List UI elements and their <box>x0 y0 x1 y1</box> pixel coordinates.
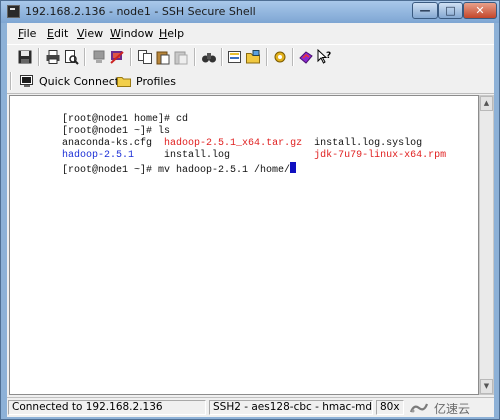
menu-window[interactable]: Window <box>110 27 153 40</box>
menu-edit-label: dit <box>53 27 69 40</box>
help-book-icon[interactable] <box>298 49 314 65</box>
title-bar[interactable]: 192.168.2.136 - node1 - SSH Secure Shell… <box>1 1 499 23</box>
watermark-logo-icon <box>409 403 429 413</box>
terminal-line: [root@node1 ~]# ls <box>14 114 170 137</box>
save-icon[interactable] <box>17 49 33 65</box>
window-title: 192.168.2.136 - node1 - SSH Secure Shell <box>25 5 256 18</box>
paste-icon[interactable] <box>155 49 171 65</box>
quick-connect-icon <box>19 73 35 89</box>
terminal-line: anaconda-ks.cfg hadoop-2.5.1_x64.tar.gz … <box>14 126 422 149</box>
close-button[interactable]: ✕ <box>463 2 497 19</box>
ssh-window: 192.168.2.136 - node1 - SSH Secure Shell… <box>0 0 500 420</box>
print-preview-icon[interactable] <box>63 49 79 65</box>
print-icon[interactable] <box>45 49 61 65</box>
toolbar-separator <box>38 48 39 66</box>
client-area: File Edit View Window Help ? Quick Conne… <box>7 23 494 417</box>
vertical-scrollbar[interactable]: ▲ ▼ <box>479 95 494 395</box>
quick-connect-button[interactable]: Quick Connect <box>19 72 119 90</box>
context-help-icon[interactable]: ? <box>316 48 332 65</box>
terminal-line: [root@node1 home]# cd <box>14 102 188 125</box>
profiles-label: Profiles <box>136 74 176 88</box>
menu-view-label: iew <box>84 27 104 40</box>
menu-view[interactable]: View <box>77 27 103 40</box>
terminal-text: [root@node1 ~]# mv hadoop-2.5.1 /home/ <box>62 165 291 176</box>
menu-help[interactable]: Help <box>159 27 184 40</box>
menu-edit-mnemonic: E <box>47 27 54 40</box>
terminal-line: hadoop-2.5.1 install.log jdk-7u79-linux-… <box>14 138 446 161</box>
profile-bar: Quick Connect Profiles <box>7 69 494 94</box>
copy-icon[interactable] <box>137 49 153 65</box>
quick-connect-icon[interactable] <box>109 49 125 65</box>
menu-help-label: elp <box>167 27 185 40</box>
terminal-text-package: jdk-7u79-linux-x64.rpm <box>314 150 447 161</box>
menu-window-mnemonic: W <box>110 27 121 40</box>
folder-icon <box>116 73 132 89</box>
toolbar: ? <box>7 44 494 70</box>
disconnect-icon[interactable] <box>91 49 107 65</box>
toolbar-separator <box>221 48 222 66</box>
file-transfer-icon[interactable] <box>245 49 261 65</box>
scroll-down-arrow-icon[interactable]: ▼ <box>480 379 493 394</box>
maximize-button[interactable]: □ <box>438 2 463 19</box>
watermark-text: 亿速云 <box>434 401 471 416</box>
watermark: 亿速云 <box>408 398 498 418</box>
sftp-icon[interactable] <box>227 49 243 65</box>
find-icon[interactable] <box>201 49 217 65</box>
minimize-button[interactable]: — <box>412 2 438 19</box>
menu-window-label: indow <box>120 27 154 40</box>
toolbar-separator <box>84 48 85 66</box>
connection-status: Connected to 192.168.2.136 <box>8 400 206 415</box>
toolbar-separator <box>292 48 293 66</box>
terminal-view[interactable]: [root@node1 home]# cd [root@node1 ~]# ls… <box>9 95 479 395</box>
menu-bar: File Edit View Window Help <box>7 23 494 44</box>
menu-file-label: ile <box>23 27 37 40</box>
paste-gray-icon[interactable] <box>173 49 189 65</box>
toolbar-separator <box>194 48 195 66</box>
settings-icon[interactable] <box>272 49 288 65</box>
cipher-status: SSH2 - aes128-cbc - hmac-md5 <box>209 400 373 415</box>
menu-file[interactable]: File <box>18 27 36 40</box>
profiles-button[interactable]: Profiles <box>116 72 176 90</box>
scroll-up-arrow-icon[interactable]: ▲ <box>480 96 493 111</box>
svg-text:?: ? <box>326 51 331 61</box>
profile-bar-grip <box>10 72 11 90</box>
toolbar-separator <box>266 48 267 66</box>
terminal-size-status: 80x <box>376 400 404 415</box>
terminal-line: [root@node1 ~]# mv hadoop-2.5.1 /home/ <box>14 150 297 176</box>
menu-edit[interactable]: Edit <box>47 27 68 40</box>
terminal-app-icon <box>7 5 20 18</box>
text-cursor <box>290 162 297 173</box>
quick-connect-label: Quick Connect <box>39 74 120 88</box>
toolbar-separator <box>130 48 131 66</box>
